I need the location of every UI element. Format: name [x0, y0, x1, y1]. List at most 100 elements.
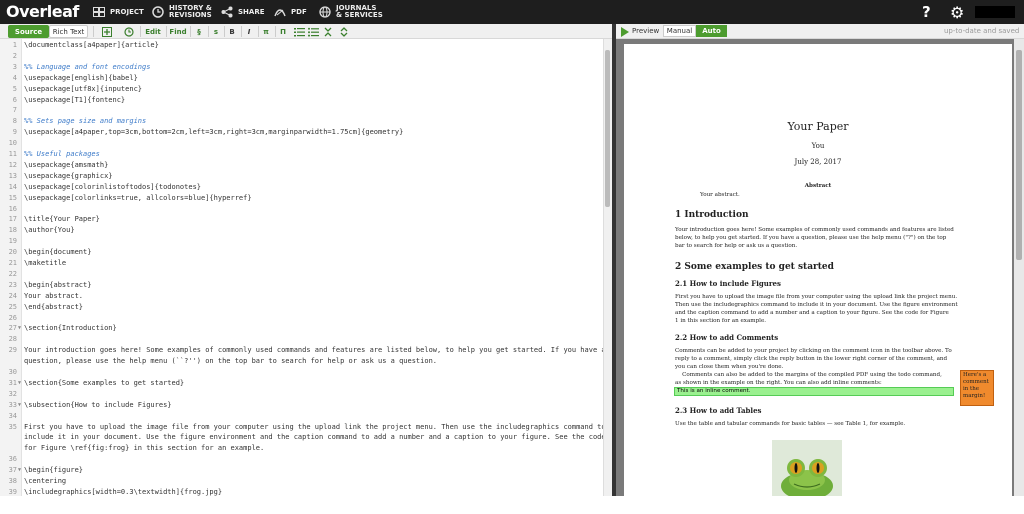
nav-project[interactable]: PROJECT [92, 0, 144, 24]
code-line[interactable]: 30 [0, 368, 603, 379]
code-text: \includegraphics[width=0.3\textwidth]{fr… [24, 487, 223, 496]
code-line[interactable]: 29 Your introduction goes here! Some exam… [0, 346, 603, 357]
subsection-comments[interactable]: 2.2 How to add Comments [675, 333, 778, 342]
editor-scroll-thumb[interactable] [605, 50, 610, 207]
overleaf-logo[interactable]: Overleaf [6, 2, 79, 21]
line-number: 11 [8, 150, 17, 158]
code-text: \maketitle [24, 259, 67, 267]
code-line[interactable]: 24 Your abstract. [0, 292, 603, 303]
rich-text-mode-button[interactable]: Rich Text [49, 25, 88, 38]
history-icon[interactable] [122, 25, 136, 38]
code-line[interactable]: 5 \usepackage[utf8x]{inputenc} [0, 85, 603, 96]
code-line[interactable]: 34 [0, 412, 603, 423]
code-text: First you have to upload the image file … [24, 422, 603, 431]
section-button[interactable]: § [194, 25, 204, 38]
code-line[interactable]: 33 ▼ \subsection{How to include Figures} [0, 401, 603, 412]
fold-arrow-icon[interactable]: ▼ [18, 325, 21, 331]
code-line[interactable]: question, please use the help menu (``?'… [0, 357, 603, 368]
code-line[interactable]: 17 \title{Your Paper} [0, 215, 603, 226]
gear-icon[interactable]: ⚙ [950, 3, 964, 22]
nav-journals[interactable]: JOURNALS & SERVICES [318, 0, 383, 24]
code-line[interactable]: 35 First you have to upload the image fil… [0, 423, 603, 434]
code-line[interactable]: 10 [0, 139, 603, 150]
preview-scroll-thumb[interactable] [1016, 50, 1022, 260]
recompile-play-icon[interactable] [621, 27, 629, 37]
math-button[interactable]: π [261, 25, 271, 38]
code-line[interactable]: 9 \usepackage[a4paper,top=3cm,bottom=2cm,… [0, 128, 603, 139]
code-line[interactable]: 3 %% Language and font encodings [0, 63, 603, 74]
section-introduction[interactable]: 1 Introduction [675, 210, 749, 220]
source-mode-button[interactable]: Source [8, 25, 49, 38]
code-editor[interactable]: 1 \documentclass[a4paper]{article} 2 3%% La… [0, 39, 603, 496]
user-account-button[interactable] [975, 6, 1015, 18]
code-line[interactable]: 12 \usepackage{amsmath} [0, 161, 603, 172]
code-line[interactable]: 27 ▼ \section{Introduction} [0, 324, 603, 335]
code-line[interactable]: 25 \end{abstract} [0, 303, 603, 314]
code-line[interactable]: 23 \begin{abstract} [0, 281, 603, 292]
code-line[interactable]: 39 \includegraphics[width=0.3\textwidth]{… [0, 488, 603, 496]
fold-arrow-icon[interactable]: ▼ [18, 380, 21, 386]
code-text: \subsection{How to include Figures} [24, 400, 172, 409]
code-line[interactable]: 31 ▼ \section{Some examples to get started… [0, 379, 603, 390]
code-line[interactable]: 1 \documentclass[a4paper]{article} [0, 41, 603, 52]
code-line[interactable]: 13 \usepackage{graphicx} [0, 172, 603, 183]
expand-icon[interactable] [337, 25, 351, 38]
insert-figure-icon[interactable] [100, 25, 114, 38]
edit-button[interactable]: Edit [144, 25, 162, 38]
code-line[interactable]: 28 [0, 335, 603, 346]
toolbar-divider [93, 26, 94, 37]
code-line[interactable]: 32 [0, 390, 603, 401]
code-line[interactable]: 22 [0, 270, 603, 281]
preview-label[interactable]: Preview [632, 27, 659, 35]
code-line[interactable]: 14 \usepackage[colorinlistoftodos]{todono… [0, 183, 603, 194]
auto-compile-button[interactable]: Auto [696, 25, 727, 37]
find-button[interactable]: Find [169, 25, 187, 38]
nav-pdf[interactable]: PDF [273, 0, 307, 24]
code-line[interactable]: 7 [0, 106, 603, 117]
code-line[interactable]: 6 \usepackage[T1]{fontenc} [0, 96, 603, 107]
code-line[interactable]: 4 \usepackage[english]{babel} [0, 74, 603, 85]
code-line[interactable]: 20 \begin{document} [0, 248, 603, 259]
code-line[interactable]: include it in your document. Use the fig… [0, 433, 603, 444]
line-number: 27 [8, 324, 17, 333]
numbered-list-icon[interactable] [292, 25, 306, 38]
code-text: Your introduction goes here! Some exampl… [24, 346, 603, 355]
bold-button[interactable]: B [227, 25, 237, 38]
code-line[interactable]: 37 ▼ \begin{figure} [0, 466, 603, 477]
code-text: \usepackage[colorinlistoftodos]{todonote… [24, 182, 202, 191]
help-button[interactable]: ? [922, 3, 931, 21]
code-line[interactable]: 19 [0, 237, 603, 248]
code-line[interactable]: 21 \maketitle [0, 259, 603, 270]
code-line[interactable]: 2 [0, 52, 603, 63]
code-text: \usepackage[utf8x]{inputenc} [24, 84, 143, 93]
code-text: \section{Introduction} [24, 324, 117, 333]
display-math-button[interactable]: Π [278, 25, 288, 38]
line-number: 15 [8, 193, 17, 202]
bulleted-list-icon[interactable] [306, 25, 320, 38]
code-line[interactable]: 16 [0, 205, 603, 216]
nav-journals-label: JOURNALS & SERVICES [336, 4, 383, 19]
manual-compile-button[interactable]: Manual [663, 25, 696, 37]
code-line[interactable]: for Figure \ref{fig:frog} in this sectio… [0, 444, 603, 455]
fold-arrow-icon[interactable]: ▼ [18, 402, 21, 408]
code-line[interactable]: 15 \usepackage[colorlinks=true, allcolors… [0, 194, 603, 205]
code-line[interactable]: 38 \centering [0, 477, 603, 488]
subsection-button[interactable]: s [211, 25, 221, 38]
paper-date: July 28, 2017 [794, 158, 842, 166]
line-number: 16 [8, 204, 17, 213]
code-line[interactable]: 36 [0, 455, 603, 466]
line-number: 28 [8, 335, 17, 344]
collapse-icon[interactable] [321, 25, 335, 38]
italic-button[interactable]: I [244, 25, 254, 38]
code-line[interactable]: 11 %% Useful packages [0, 150, 603, 161]
subsection-figures[interactable]: 2.1 How to include Figures [675, 279, 781, 288]
fold-arrow-icon[interactable]: ▼ [18, 467, 21, 473]
nav-history[interactable]: HISTORY & REVISIONS [151, 0, 212, 24]
subsection-tables[interactable]: 2.3 How to add Tables [675, 406, 762, 415]
code-line[interactable]: 18 \author{You} [0, 226, 603, 237]
nav-share[interactable]: SHARE [220, 0, 265, 24]
nav-project-label: PROJECT [110, 8, 144, 16]
section-examples[interactable]: 2 Some examples to get started [675, 262, 834, 272]
code-line[interactable]: 26 [0, 314, 603, 325]
code-line[interactable]: 8 %% Sets page size and margins [0, 117, 603, 128]
